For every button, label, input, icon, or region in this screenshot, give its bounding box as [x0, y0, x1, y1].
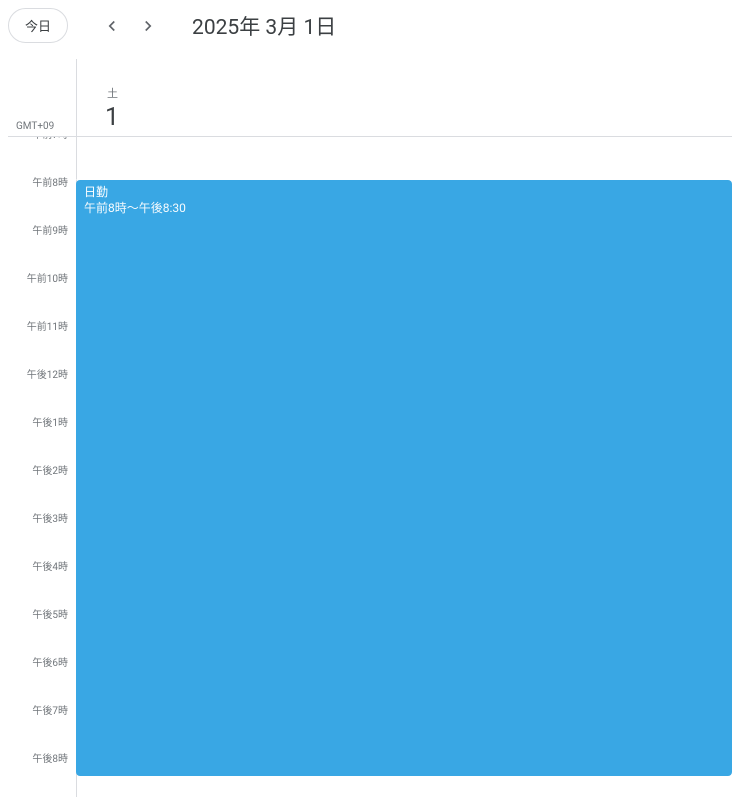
chevron-right-icon [139, 17, 157, 35]
day-number: 1 [105, 103, 732, 132]
hour-label: 午後1時 [8, 414, 76, 462]
hour-label: 午後12時 [8, 366, 76, 414]
hour-label: 午前8時 [8, 174, 76, 222]
next-day-button[interactable] [132, 10, 164, 42]
hour-label: 午後7時 [8, 702, 76, 750]
hour-label: 午前7時 [8, 137, 76, 174]
hour-cell[interactable] [76, 137, 732, 180]
hour-label: 午後6時 [8, 654, 76, 702]
weekday-label: 土 [107, 85, 732, 101]
hour-label: 午後8時 [8, 750, 76, 797]
date-title: 2025年 3月 1日 [192, 11, 336, 41]
hour-label: 午後3時 [8, 510, 76, 558]
today-button[interactable]: 今日 [8, 8, 68, 43]
day-column-header[interactable]: 土 1 [76, 59, 732, 136]
hour-label: 午後4時 [8, 558, 76, 606]
hour-label: 午後5時 [8, 606, 76, 654]
event-time: 午前8時～午後8:30 [84, 200, 724, 216]
hour-label: 午後2時 [8, 462, 76, 510]
calendar-body: GMT+09 土 1 午前7時午前8時午前9時午前10時午前11時午後12時午後… [8, 59, 732, 797]
day-header-row: GMT+09 土 1 [8, 59, 732, 137]
prev-day-button[interactable] [96, 10, 128, 42]
date-nav [96, 10, 164, 42]
event-title: 日勤 [84, 184, 724, 200]
calendar-event[interactable]: 日勤 午前8時～午後8:30 [76, 180, 732, 776]
timezone-label: GMT+09 [16, 121, 54, 132]
calendar-header: 今日 2025年 3月 1日 [0, 0, 732, 59]
hour-label: 午前11時 [8, 318, 76, 366]
hour-label: 午前9時 [8, 222, 76, 270]
hour-label: 午前10時 [8, 270, 76, 318]
hour-row[interactable]: 午前7時 [8, 137, 732, 180]
time-grid[interactable]: 午前7時午前8時午前9時午前10時午前11時午後12時午後1時午後2時午後3時午… [8, 137, 732, 797]
chevron-left-icon [103, 17, 121, 35]
